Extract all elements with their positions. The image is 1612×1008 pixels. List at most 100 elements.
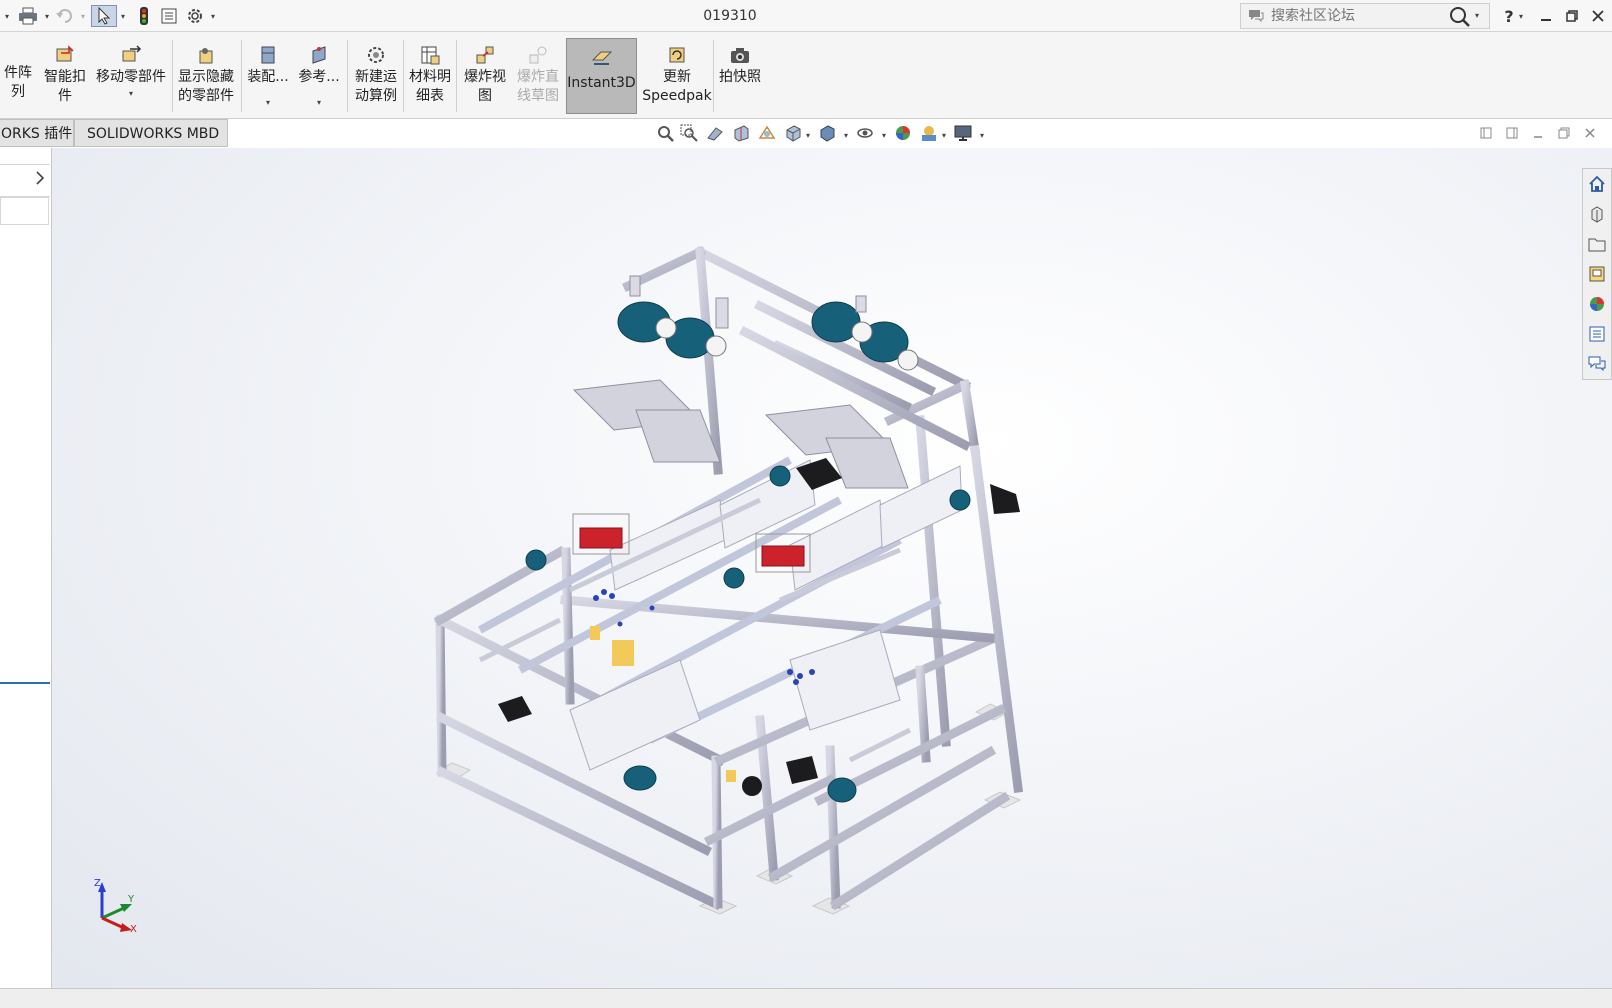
section-view-icon[interactable] [732,124,758,146]
viewport-restore-icon[interactable] [1558,127,1584,143]
display-style-icon[interactable] [818,124,844,146]
view-settings-monitor-icon[interactable] [954,124,980,146]
close-icon[interactable] [1586,4,1610,28]
instant3d-icon [591,45,613,67]
heads-up-view-toolbar: ▾ ▾ ▾ ▾ ▾ [656,124,992,146]
search-dropdown[interactable]: ▾ [1475,11,1479,20]
update-speedpak-button[interactable]: 更新 Speedpak [641,38,713,114]
move-component-dropdown[interactable]: ▾ [129,89,133,98]
view-orientation-icon[interactable] [784,124,806,146]
feature-manager-panel [0,148,52,988]
command-manager-ribbon: 件阵列 智能扣 件 移动零部件 ▾ 显示隐藏 的零部件 装配... ▾ 参考..… [0,32,1612,119]
move-component-icon [120,44,142,66]
hide-show-items-dropdown[interactable]: ▾ [882,131,894,140]
triad-z-label: Z [94,878,101,889]
viewport-minimize-icon[interactable] [1532,127,1558,143]
dynamic-annotation-views-icon[interactable] [758,124,784,146]
exploded-view-icon [474,44,496,66]
zoom-to-area-icon[interactable] [680,124,706,146]
update-speedpak-icon [666,44,688,66]
explode-line-sketch-button[interactable]: 爆炸直 线草图 [512,38,564,114]
take-snapshot-button[interactable]: 拍快照 [716,38,764,114]
ribbon-label: 新建运 动算例 [355,69,397,104]
reference-triad: Z Y X [90,874,140,935]
apply-scene-icon[interactable] [920,124,942,146]
help-dropdown[interactable]: ▾ [1515,4,1527,28]
show-hidden-components-button[interactable]: 显示隐藏 的零部件 [175,38,237,114]
apply-scene-dropdown[interactable]: ▾ [942,131,954,140]
search-input[interactable] [1271,6,1441,26]
ribbon-label: 移动零部件 [96,69,166,85]
triad-y-label: Y [128,894,135,905]
hide-show-items-icon[interactable] [856,124,882,146]
explode-line-sketch-icon [527,44,549,66]
move-component-button[interactable]: 移动零部件 ▾ [93,38,169,114]
ribbon-label: Instant3D [567,75,636,91]
ribbon-label: 参考... [298,69,340,85]
minimize-icon[interactable] [1534,4,1558,28]
triad-x-label: X [130,924,137,935]
ribbon-label: 件阵列 [4,65,32,100]
ribbon-separator [347,40,348,112]
previous-view-icon[interactable] [706,124,732,146]
ribbon-separator [403,40,404,112]
show-hidden-components-icon [195,44,217,66]
viewport-tile-left-icon[interactable] [1480,127,1506,143]
ribbon-label: 显示隐藏 的零部件 [178,69,234,104]
new-motion-study-button[interactable]: 新建运 动算例 [351,38,401,114]
view-settings-dropdown[interactable]: ▾ [980,131,992,140]
chat-bubble-icon [1248,9,1264,27]
tab-solidworks-mbd[interactable]: SOLIDWORKS MBD [74,119,228,147]
panel-highlight-line [0,682,50,684]
assembly-features-button[interactable]: 装配... ▾ [245,38,291,114]
ribbon-separator [172,40,173,112]
ribbon-label: 装配... [247,69,289,85]
ribbon-label: 智能扣 件 [44,69,86,104]
restore-icon[interactable] [1560,4,1584,28]
ribbon-label: 拍快照 [719,69,761,85]
reference-geometry-icon [308,44,330,66]
chevron-right-icon[interactable] [34,170,48,188]
instant3d-button[interactable]: Instant3D [566,38,637,114]
forum-icon[interactable] [1583,349,1611,379]
ribbon-separator [241,40,242,112]
search-box: ▾ [1240,3,1490,29]
ribbon-label: 材料明 细表 [409,69,451,104]
custom-properties-icon[interactable] [1583,319,1611,349]
exploded-view-button[interactable]: 爆炸视 图 [459,38,511,114]
search-icon[interactable] [1449,6,1471,32]
component-pattern-button[interactable]: 件阵列 [0,38,36,114]
smart-fasteners-icon [54,44,76,66]
home-icon[interactable] [1583,169,1611,199]
appearances-icon[interactable] [1583,289,1611,319]
smart-fasteners-button[interactable]: 智能扣 件 [40,38,90,114]
title-bar: ▾ ▾ ▾ ▾ ▾ 019310 搜索社区论坛 ▾ ? ▾ [0,0,1612,32]
ribbon-label: 爆炸直 线草图 [517,69,559,104]
bill-of-materials-button[interactable]: 材料明 细表 [405,38,455,114]
ribbon-label: 更新 Speedpak [642,69,712,104]
view-palette-icon[interactable] [1583,259,1611,289]
assembly-model-view[interactable] [400,230,1060,930]
filter-field[interactable] [0,197,49,225]
status-bar [0,988,1612,1008]
reference-geometry-dropdown[interactable]: ▾ [317,98,321,107]
edit-appearance-icon[interactable] [894,124,920,146]
camera-icon [729,44,751,66]
ribbon-separator [456,40,457,112]
parts-library-icon[interactable] [1583,199,1611,229]
viewport-window-controls [1480,124,1610,146]
assembly-features-dropdown[interactable]: ▾ [266,98,270,107]
file-explorer-icon[interactable] [1583,229,1611,259]
view-orientation-dropdown[interactable]: ▾ [806,131,818,140]
assembly-features-icon [257,44,279,66]
viewport-tile-right-icon[interactable] [1506,127,1532,143]
viewport-close-icon[interactable] [1584,127,1610,143]
task-pane-tabs [1582,168,1612,380]
bill-of-materials-icon [419,44,441,66]
display-style-dropdown[interactable]: ▾ [844,131,856,140]
tab-solidworks-addins[interactable]: ORKS 插件 [0,119,74,147]
ribbon-label: 爆炸视 图 [464,69,506,104]
reference-geometry-button[interactable]: 参考... ▾ [296,38,342,114]
zoom-to-fit-icon[interactable] [656,124,680,146]
solidworks-window: ▾ ▾ ▾ ▾ ▾ 019310 搜索社区论坛 ▾ ? ▾ 件阵列 智能扣 件 … [0,0,1612,1008]
